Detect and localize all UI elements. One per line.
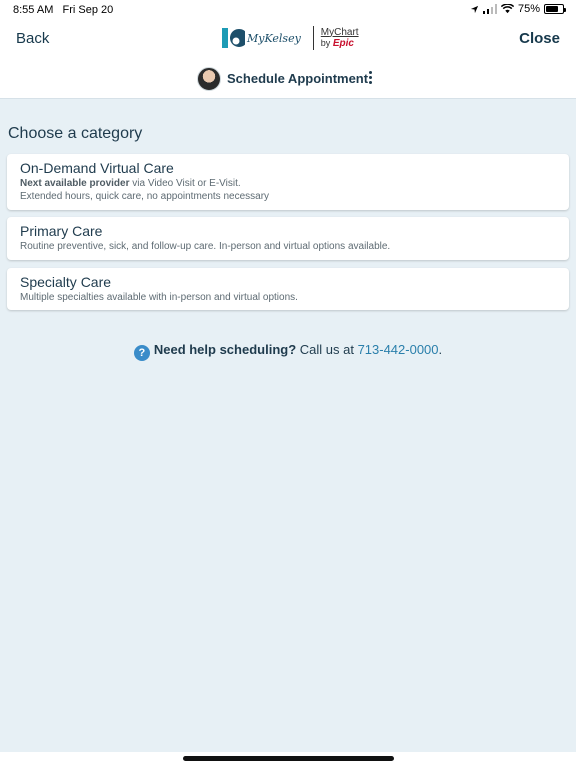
- mychart-logo: MyChart by Epic: [320, 26, 359, 49]
- by-label: by: [320, 37, 331, 48]
- battery-percent: 75%: [517, 3, 540, 15]
- category-description-secondary: Extended hours, quick care, no appointme…: [20, 191, 270, 202]
- page-header: Schedule Appointment: [0, 62, 576, 96]
- phone-link[interactable]: 713-442-0000: [358, 342, 439, 357]
- status-indicators: 75%: [470, 3, 566, 15]
- epic-wordmark: by Epic: [321, 38, 359, 49]
- status-bar: 8:55 AM Fri Sep 20 75%: [0, 0, 576, 20]
- mychart-wordmark: MyChart: [320, 26, 359, 38]
- brand-logo: MyKelsey MyChart by Epic: [221, 26, 359, 50]
- category-title: On-Demand Virtual Care: [20, 160, 174, 176]
- help-label: Need help scheduling?: [153, 342, 297, 357]
- more-options-icon[interactable]: [366, 70, 374, 88]
- battery-icon: [544, 4, 566, 14]
- battery-fill: [546, 6, 558, 12]
- category-description: Next available provider via Video Visit …: [20, 178, 556, 189]
- page-title: Schedule Appointment: [227, 71, 369, 86]
- help-icon: ?: [133, 345, 150, 361]
- category-card-on-demand[interactable]: On-Demand Virtual Care Next available pr…: [7, 154, 569, 210]
- epic-label: Epic: [332, 37, 354, 49]
- kelsey-logo-icon: [222, 28, 245, 48]
- category-card-specialty-care[interactable]: Specialty Care Multiple specialties avai…: [7, 268, 569, 310]
- status-time: 8:55 AM Fri Sep 20: [13, 4, 113, 16]
- category-title: Primary Care: [20, 223, 103, 239]
- back-button[interactable]: Back: [16, 30, 49, 47]
- help-period: .: [438, 342, 443, 357]
- section-heading: Choose a category: [8, 125, 143, 142]
- home-indicator[interactable]: [183, 756, 394, 761]
- category-description: Routine preventive, sick, and follow-up …: [20, 241, 391, 252]
- category-description: Multiple specialties available with in-p…: [20, 292, 298, 303]
- help-scheduling: ? Need help scheduling? Call us at 713-44…: [0, 342, 576, 361]
- location-icon: [470, 5, 479, 13]
- category-highlight: Next available provider: [20, 178, 130, 189]
- status-date: Fri Sep 20: [62, 4, 114, 16]
- cellular-signal-icon: [482, 4, 497, 14]
- category-title: Specialty Care: [20, 274, 112, 290]
- brand-name: MyKelsey: [247, 31, 301, 45]
- avatar[interactable]: [197, 67, 221, 91]
- category-card-primary-care[interactable]: Primary Care Routine preventive, sick, a…: [7, 217, 569, 260]
- status-clock: 8:55 AM: [13, 4, 54, 16]
- category-description-rest: via Video Visit or E-Visit.: [129, 178, 241, 189]
- wifi-icon: [500, 4, 514, 14]
- close-button[interactable]: Close: [519, 30, 560, 47]
- main-content: Choose a category On-Demand Virtual Care…: [0, 98, 576, 752]
- nav-bar: Back MyKelsey MyChart by Epic Close: [0, 20, 576, 60]
- help-text: Call us at: [296, 342, 358, 357]
- logo-divider: [312, 26, 314, 50]
